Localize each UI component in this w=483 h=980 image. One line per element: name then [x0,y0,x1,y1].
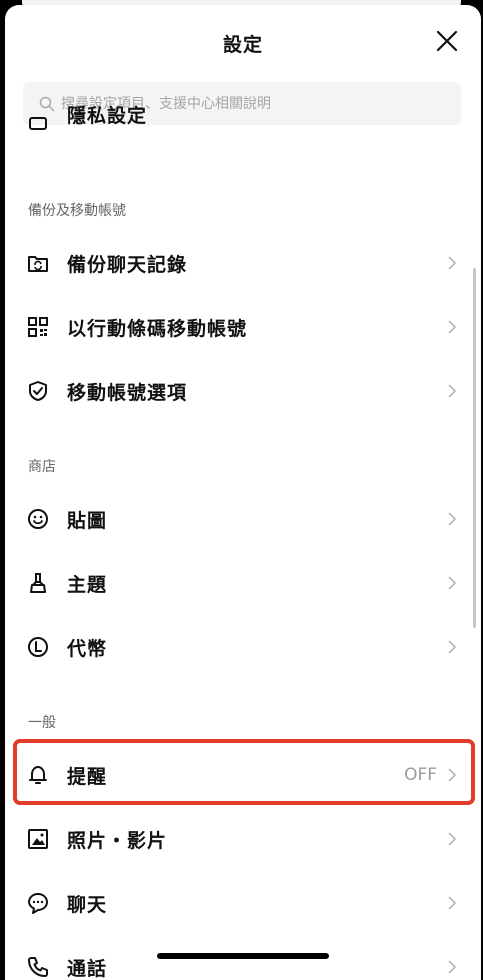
close-icon[interactable] [433,27,461,55]
list-item-label: 通話 [67,954,107,980]
list-item-coins[interactable]: 代幣 [5,617,481,677]
list-item-label: 代幣 [67,634,107,661]
scrollbar[interactable] [473,268,476,628]
qr-code-icon [27,316,49,338]
section-header-general: 一般 [28,712,56,732]
list-item-label: 移動帳號選項 [67,378,187,405]
chevron-right-icon [447,576,457,590]
chevron-right-icon [447,256,457,270]
smiley-icon [27,508,49,530]
section-header-store: 商店 [28,456,56,476]
chevron-right-icon [447,384,457,398]
list-item-chats[interactable]: 聊天 [5,873,481,933]
chevron-right-icon [447,832,457,846]
chevron-right-icon [447,640,457,654]
list-item-label: 備份聊天記錄 [67,250,187,277]
list-item-label: 以行動條碼移動帳號 [67,314,247,341]
list-item-label: 主題 [67,570,107,597]
list-item-label: 聊天 [67,890,107,917]
list-item-privacy[interactable]: 隱私設定 [5,105,481,135]
list-item-transfer-qr[interactable]: 以行動條碼移動帳號 [5,297,481,357]
coin-icon [27,636,49,658]
chevron-right-icon [447,896,457,910]
section-header-backup: 備份及移動帳號 [28,200,126,220]
folder-sync-icon [27,252,49,274]
settings-sheet: 設定 隱私設定 備份及移動帳號 備份聊天記錄 [5,5,481,980]
page-title: 設定 [5,30,481,57]
chevron-right-icon [447,960,457,974]
list-item-photos-videos[interactable]: 照片・影片 [5,809,481,869]
list-item-label: 提醒 [67,762,107,789]
list-item-backup-chats[interactable]: 備份聊天記錄 [5,233,481,293]
chevron-right-icon [447,512,457,526]
home-indicator [157,953,329,959]
brush-icon [27,572,49,594]
list-item-label: 隱私設定 [67,105,147,128]
list-item-label: 貼圖 [67,506,107,533]
chevron-right-icon [447,768,457,782]
lock-icon [27,109,49,131]
image-icon [27,828,49,850]
chevron-right-icon [447,320,457,334]
list-item-label: 照片・影片 [67,826,167,853]
notifications-status-value: OFF [404,765,437,785]
settings-list: 隱私設定 備份及移動帳號 備份聊天記錄 [5,125,481,980]
list-item-transfer-options[interactable]: 移動帳號選項 [5,361,481,421]
phone-icon [27,956,49,978]
list-item-themes[interactable]: 主題 [5,553,481,613]
list-item-stickers[interactable]: 貼圖 [5,489,481,549]
shield-check-icon [27,380,49,402]
chat-bubble-icon [27,892,49,914]
bell-icon [27,764,49,786]
list-item-notifications[interactable]: 提醒 OFF [5,745,481,805]
